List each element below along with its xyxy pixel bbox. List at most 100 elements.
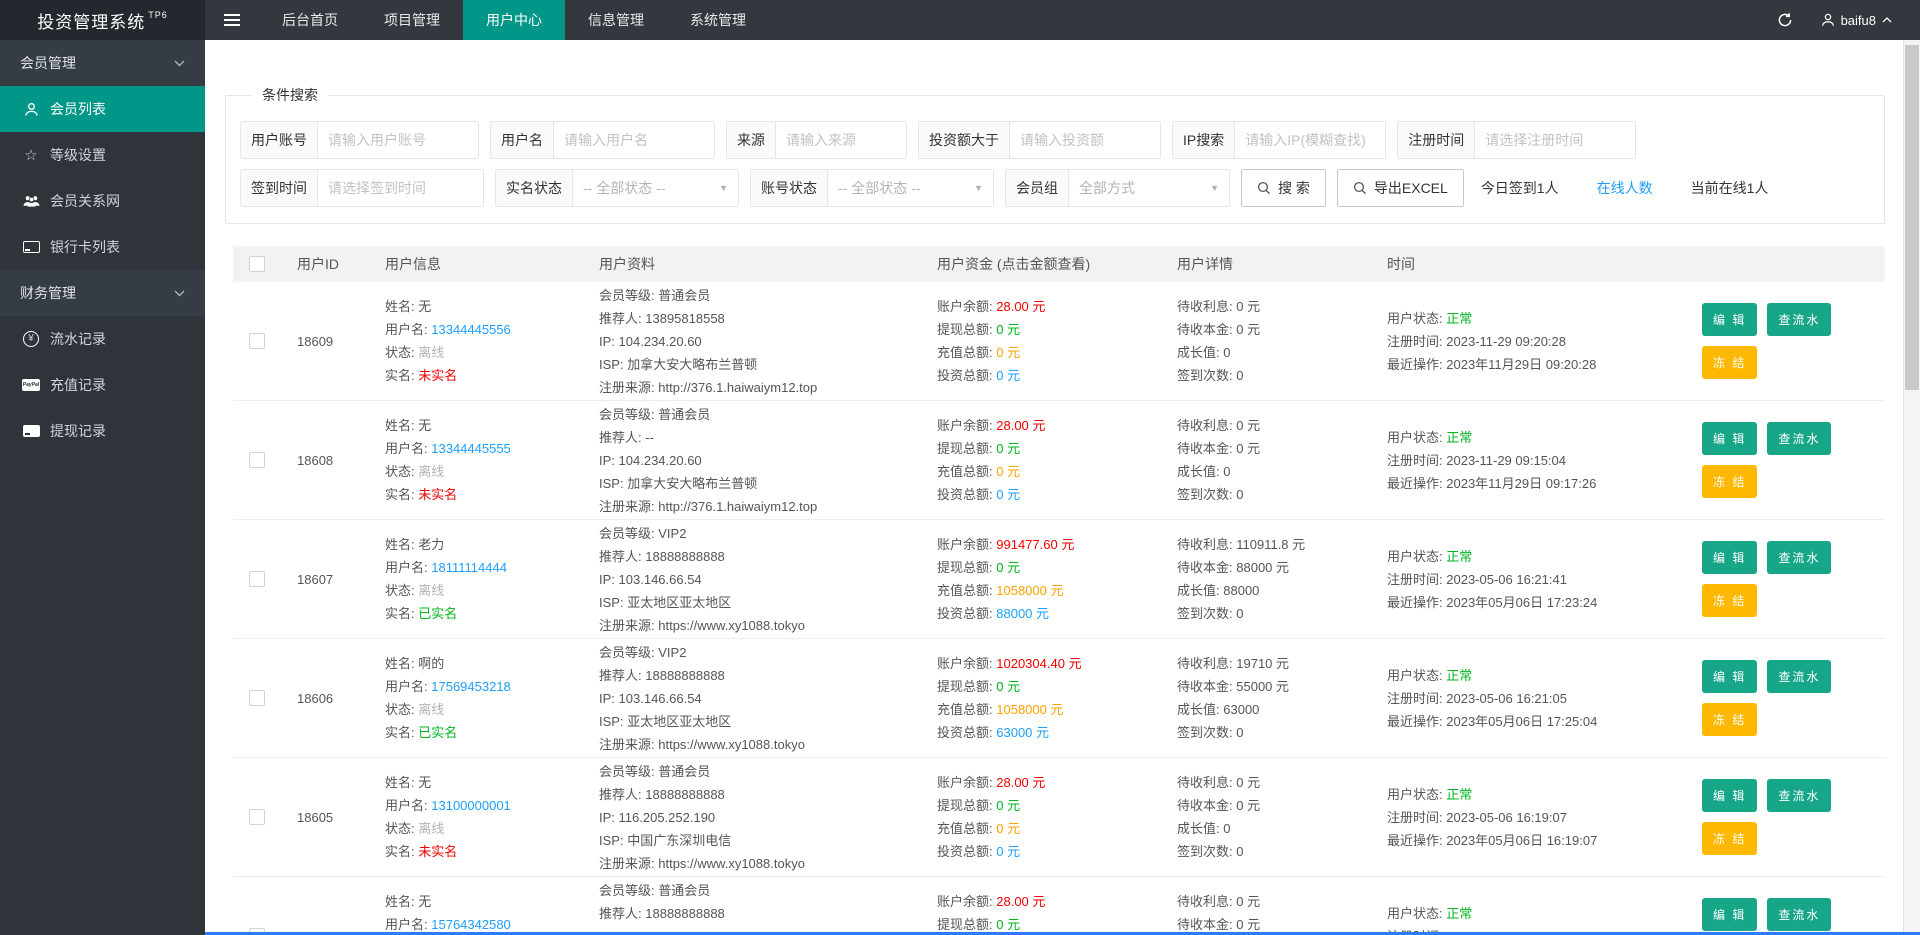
sidebar-item-flow-records[interactable]: ¥ 流水记录 [0,316,205,362]
search-button[interactable]: 搜 索 [1241,169,1326,207]
pending-interest: 0 元 [1236,894,1260,909]
scrollbar-thumb[interactable] [1905,45,1919,390]
username-link[interactable]: 18111114444 [431,560,507,575]
row-checkbox[interactable] [249,809,265,825]
balance-amount[interactable]: 28.00 元 [996,894,1045,909]
sidebar-item-member-list[interactable]: 会员列表 [0,86,205,132]
freeze-button[interactable]: 冻 结 [1702,465,1757,498]
freeze-button[interactable]: 冻 结 [1702,346,1757,379]
recharge-amount[interactable]: 1058000 元 [996,702,1063,717]
sidebar-item-withdraw-records[interactable]: 提现记录 [0,408,205,454]
sidebar-toggle-button[interactable] [205,0,259,40]
referrer: 18888888888 [645,549,725,564]
invest-amount[interactable]: 0 元 [996,844,1020,859]
freeze-button[interactable]: 冻 结 [1702,584,1757,617]
sidebar-item-recharge-records[interactable]: PayPal 充值记录 [0,362,205,408]
realname-status-select[interactable]: -- 全部状态 -- ▼ [573,170,738,206]
view-flow-button[interactable]: 查流水 [1767,422,1831,455]
sidebar-item-level-settings[interactable]: ☆ 等级设置 [0,132,205,178]
balance-amount[interactable]: 28.00 元 [996,299,1045,314]
field-signin-time: 签到时间 [240,169,484,207]
balance-amount[interactable]: 28.00 元 [996,775,1045,790]
nav-item-user-center[interactable]: 用户中心 [463,0,565,40]
chevron-down-icon [174,290,185,297]
vertical-scrollbar[interactable] [1903,40,1920,935]
growth-value: 88000 [1223,583,1259,598]
withdraw-amount[interactable]: 0 元 [996,917,1020,932]
view-flow-button[interactable]: 查流水 [1767,660,1831,693]
account-status-select[interactable]: -- 全部状态 -- ▼ [828,170,993,206]
withdraw-amount[interactable]: 0 元 [996,441,1020,456]
source-input[interactable] [776,122,906,158]
edit-button[interactable]: 编 辑 [1702,660,1757,693]
isp: 加拿大安大略布兰普顿 [627,476,757,491]
sidebar-section-member[interactable]: 会员管理 [0,40,205,86]
recharge-amount[interactable]: 0 元 [996,821,1020,836]
recharge-amount[interactable]: 0 元 [996,345,1020,360]
invest-amount[interactable]: 0 元 [996,368,1020,383]
edit-button[interactable]: 编 辑 [1702,898,1757,931]
sidebar-section-finance[interactable]: 财务管理 [0,270,205,316]
user-info-cell: 姓名: 无 用户名: 13344445556 状态: 离线 实名: 未实名 [369,295,583,387]
refresh-button[interactable] [1777,12,1793,28]
withdraw-amount[interactable]: 0 元 [996,560,1020,575]
nav-item-dashboard[interactable]: 后台首页 [259,0,361,40]
user-name-input[interactable] [554,122,714,158]
edit-button[interactable]: 编 辑 [1702,422,1757,455]
row-checkbox[interactable] [249,571,265,587]
view-flow-button[interactable]: 查流水 [1767,303,1831,336]
row-checkbox[interactable] [249,690,265,706]
signin-time-input[interactable] [318,170,483,206]
recharge-amount[interactable]: 0 元 [996,464,1020,479]
sidebar-item-bank-card-list[interactable]: 银行卡列表 [0,224,205,270]
edit-button[interactable]: 编 辑 [1702,779,1757,812]
username-link[interactable]: 15764342580 [431,917,511,932]
withdraw-amount[interactable]: 0 元 [996,322,1020,337]
invest-amount[interactable]: 63000 元 [996,725,1049,740]
withdraw-amount[interactable]: 0 元 [996,679,1020,694]
username-link[interactable]: 13344445556 [431,322,511,337]
ip-search-input[interactable] [1235,122,1385,158]
select-all-checkbox[interactable] [249,256,265,272]
top-bar: 投资管理系统TP6 后台首页 项目管理 用户中心 信息管理 系统管理 baifu… [0,0,1920,40]
invest-amount[interactable]: 0 元 [996,487,1020,502]
table-row: 18606 姓名: 啊的 用户名: 17569453218 状态: 离线 实名:… [233,639,1885,758]
member-group-select[interactable]: 全部方式 ▼ [1069,170,1229,206]
username-link[interactable]: 13344445555 [431,441,511,456]
balance-amount[interactable]: 991477.60 元 [996,537,1074,552]
row-checkbox[interactable] [249,452,265,468]
view-flow-button[interactable]: 查流水 [1767,779,1831,812]
table-row: 18609 姓名: 无 用户名: 13344445556 状态: 离线 实名: … [233,282,1885,401]
invest-amount[interactable]: 88000 元 [996,606,1049,621]
view-flow-button[interactable]: 查流水 [1767,541,1831,574]
username-link[interactable]: 13100000001 [431,798,511,813]
row-checkbox[interactable] [249,333,265,349]
online-count-link[interactable]: 在线人数 [1597,178,1653,198]
freeze-button[interactable]: 冻 结 [1702,822,1757,855]
sidebar-item-member-network[interactable]: 会员关系网 [0,178,205,224]
freeze-button[interactable]: 冻 结 [1702,703,1757,736]
operations-cell: 编 辑 查流水 冻 结 [1686,779,1885,855]
nav-item-projects[interactable]: 项目管理 [361,0,463,40]
balance-amount[interactable]: 1020304.40 元 [996,656,1081,671]
user-icon [1821,13,1835,27]
register-time-input[interactable] [1475,122,1635,158]
user-funds-cell: 账户余额: 28.00 元 提现总额: 0 元 充值总额: 0 元 投资总额: … [921,890,1161,935]
nav-item-info[interactable]: 信息管理 [565,0,667,40]
field-account-status: 账号状态 -- 全部状态 -- ▼ [750,169,994,207]
view-flow-button[interactable]: 查流水 [1767,898,1831,931]
member-level: 普通会员 [658,288,710,303]
user-account-input[interactable] [318,122,478,158]
export-excel-button[interactable]: 导出EXCEL [1337,169,1464,207]
nav-item-system[interactable]: 系统管理 [667,0,769,40]
username-link[interactable]: 17569453218 [431,679,511,694]
recharge-amount[interactable]: 1058000 元 [996,583,1063,598]
edit-button[interactable]: 编 辑 [1702,541,1757,574]
withdraw-amount[interactable]: 0 元 [996,798,1020,813]
balance-amount[interactable]: 28.00 元 [996,418,1045,433]
table-body: 18609 姓名: 无 用户名: 13344445556 状态: 离线 实名: … [233,282,1885,935]
invest-amount-input[interactable] [1010,122,1160,158]
edit-button[interactable]: 编 辑 [1702,303,1757,336]
user-funds-cell: 账户余额: 28.00 元 提现总额: 0 元 充值总额: 0 元 投资总额: … [921,771,1161,863]
user-menu[interactable]: baifu8 [1821,13,1892,28]
